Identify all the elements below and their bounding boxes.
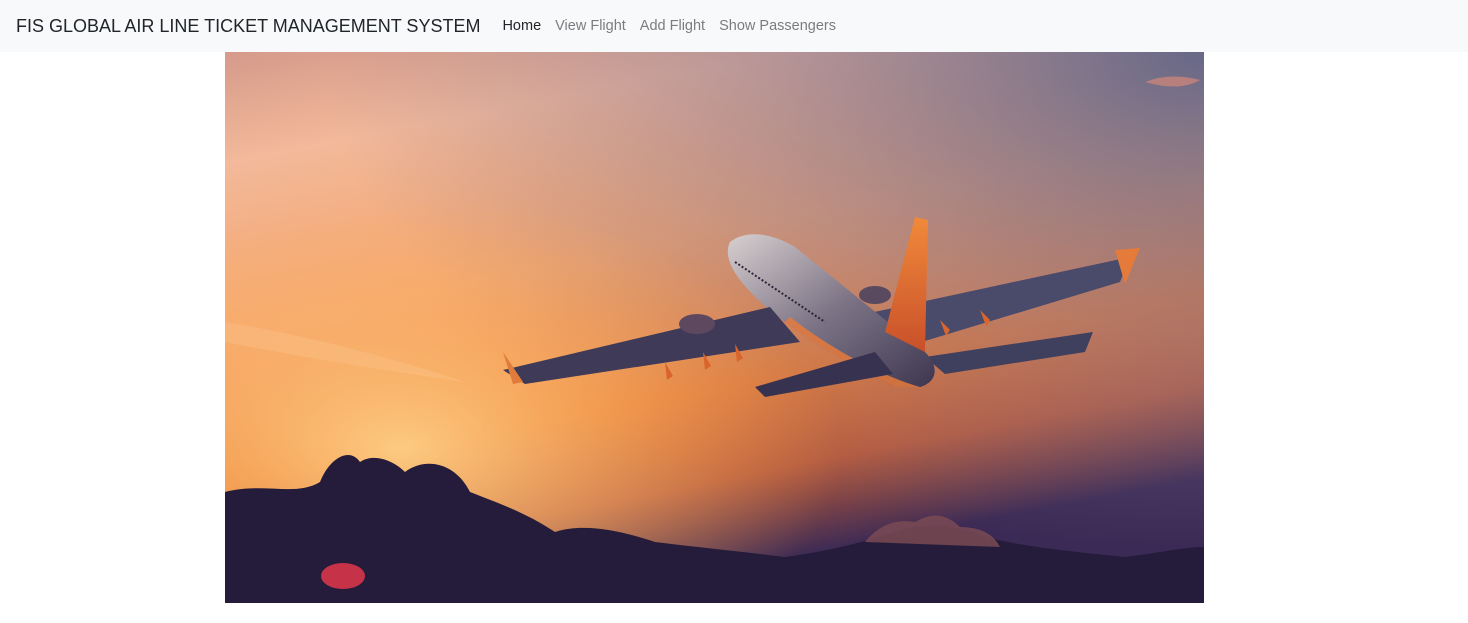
hero-airplane-image	[225, 52, 1204, 603]
top-navbar: FIS GLOBAL AIR LINE TICKET MANAGEMENT SY…	[0, 0, 1468, 52]
nav-link-home[interactable]: Home	[502, 18, 541, 34]
airplane-sunset-illustration	[225, 52, 1204, 603]
nav-link-view-flight[interactable]: View Flight	[555, 18, 626, 34]
nav-links: Home View Flight Add Flight Show Passeng…	[502, 18, 850, 34]
nav-link-add-flight[interactable]: Add Flight	[640, 18, 705, 34]
navbar-brand[interactable]: FIS GLOBAL AIR LINE TICKET MANAGEMENT SY…	[16, 16, 480, 37]
nav-link-show-passengers[interactable]: Show Passengers	[719, 18, 836, 34]
